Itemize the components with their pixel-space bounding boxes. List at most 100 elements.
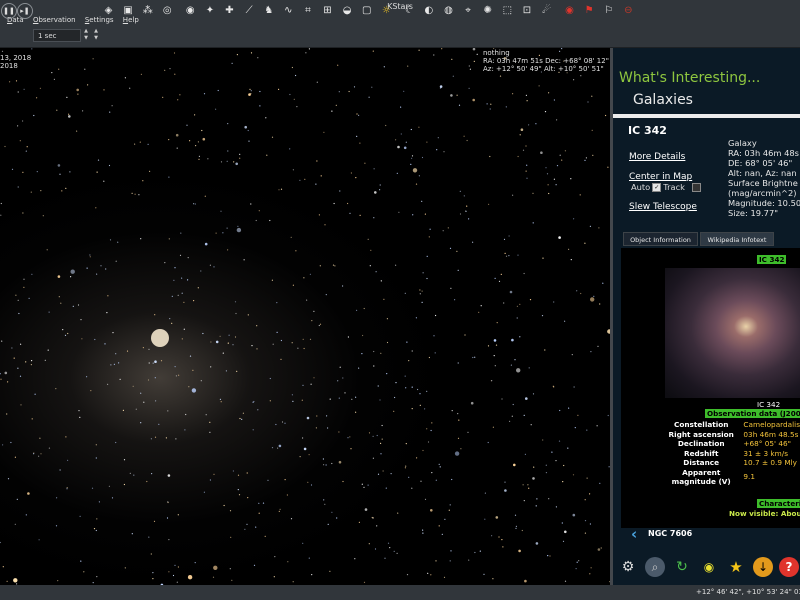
eye-icon[interactable]: ◍ (441, 3, 456, 18)
star-point (406, 574, 409, 576)
tab-wikipedia-infotext[interactable]: Wikipedia Infotext (700, 232, 774, 246)
star-chart-icon[interactable]: ◈ (101, 3, 116, 18)
star-point (203, 93, 206, 95)
star-point (209, 431, 211, 433)
settings-gear-icon[interactable]: ⚙ (618, 557, 638, 577)
sun-icon[interactable]: ☼ (379, 3, 394, 18)
time-step-spinbox[interactable]: 1 sec (33, 29, 81, 42)
lock-icon[interactable]: ⊡ (519, 3, 534, 18)
ekos-icon[interactable]: ⁂ (140, 3, 155, 18)
star-point (25, 514, 27, 516)
star-point (187, 279, 189, 281)
center-in-map-link[interactable]: Center in Map (629, 172, 692, 182)
eye-icon[interactable]: ◉ (699, 557, 719, 577)
star-point (325, 464, 327, 466)
star-point (577, 414, 579, 416)
star-point (86, 376, 88, 378)
milky-way-icon[interactable]: ∿ (281, 3, 296, 18)
constellation-line-icon[interactable]: ⟋ (242, 3, 257, 18)
comet-icon[interactable]: ☄ (539, 3, 554, 18)
horizon-grid-icon[interactable]: ⊞ (320, 3, 335, 18)
planet-icon[interactable]: ◐ (421, 3, 436, 18)
stop-icon[interactable]: ⊖ (621, 3, 636, 18)
star-point (154, 377, 156, 379)
favorite-star-icon[interactable]: ★ (726, 557, 746, 577)
star-point (19, 375, 22, 377)
flag-icon[interactable]: ⚑ (582, 3, 597, 18)
star-point (96, 171, 98, 173)
constellation-figure-icon[interactable]: ♞ (261, 3, 276, 18)
star-point (342, 377, 344, 379)
fov-icon[interactable]: ▢ (359, 3, 374, 18)
star-point (373, 217, 375, 219)
star-point (7, 478, 10, 480)
star-point (51, 72, 53, 74)
tab-object-information[interactable]: Object Information (623, 232, 698, 246)
menu-observation[interactable]: Observation (33, 14, 76, 26)
star-point (564, 580, 567, 582)
star-point (20, 343, 22, 345)
star-point (356, 135, 358, 137)
star-point (25, 361, 27, 363)
auto-checkbox[interactable]: ✓ (652, 183, 662, 192)
dark-satellite-icon[interactable]: ⬚ (500, 3, 515, 18)
star-point (59, 469, 61, 471)
star-point (210, 366, 212, 368)
star-point (89, 256, 91, 258)
star-point (278, 189, 280, 191)
slew-telescope-link[interactable]: Slew Telescope (629, 202, 697, 212)
star-point (427, 572, 429, 574)
star-point (426, 141, 428, 143)
pause-icon[interactable]: ❚❚ (1, 3, 17, 19)
image-icon[interactable]: ▣ (121, 3, 136, 18)
reload-icon[interactable]: ↻ (672, 557, 692, 577)
sky-map[interactable]: 13, 2018 2018 nothing RA: 03h 47m 51s De… (0, 48, 610, 585)
equatorial-grid-icon[interactable]: ⌗ (300, 3, 315, 18)
row-key: Declination (677, 439, 725, 449)
record-icon[interactable]: ◉ (562, 3, 577, 18)
crosshair-icon[interactable]: ✚ (222, 3, 237, 18)
previous-object-label[interactable]: NGC 7606 (648, 529, 692, 538)
help-icon[interactable]: ? (779, 557, 799, 577)
star-point (503, 302, 505, 304)
star-point (14, 523, 16, 525)
compass-icon[interactable]: ◎ (160, 3, 175, 18)
track-checkbox[interactable] (691, 183, 701, 192)
star-point (426, 277, 428, 280)
star-point (276, 302, 278, 304)
moon-icon[interactable]: ☾ (402, 3, 417, 18)
star-point (203, 491, 205, 493)
star-point (397, 145, 400, 149)
time-step-arrows[interactable]: ▲ ▼ (81, 28, 91, 43)
row-key: Distance (683, 458, 720, 468)
target-icon[interactable]: ◉ (183, 3, 198, 18)
star-point (529, 299, 532, 301)
ground-icon[interactable]: ◒ (340, 3, 355, 18)
star-icon[interactable]: ✦ (202, 3, 217, 18)
search-icon[interactable]: ⌕ (645, 557, 665, 577)
star-point (134, 143, 136, 145)
more-details-link[interactable]: More Details (629, 152, 685, 162)
flag-outline-icon[interactable]: ⚐ (601, 3, 616, 18)
status-bar: +12° 46' 42", +10° 53' 24" 03h 48m 1 (0, 585, 800, 600)
star-point (222, 232, 224, 234)
play-step-icon[interactable]: ▸❚ (17, 3, 33, 19)
supernova-icon[interactable]: ✺ (480, 3, 495, 18)
star-point (164, 262, 166, 264)
star-point (70, 269, 75, 274)
star-point (484, 518, 486, 520)
star-point (17, 125, 19, 127)
time-unit-arrows[interactable]: ▲ ▼ (91, 28, 101, 43)
star-point (514, 359, 516, 361)
star-point (152, 572, 154, 574)
download-icon[interactable]: ↓ (753, 557, 773, 577)
star-point (436, 149, 438, 151)
star-point (525, 170, 527, 172)
telescope-crosshair-icon[interactable]: ⌖ (461, 3, 476, 18)
star-point (131, 533, 133, 535)
star-point (590, 351, 592, 353)
star-point (405, 387, 407, 389)
star-point (147, 379, 150, 381)
star-point (33, 453, 35, 455)
chevron-left-icon[interactable]: ‹ (631, 525, 637, 543)
